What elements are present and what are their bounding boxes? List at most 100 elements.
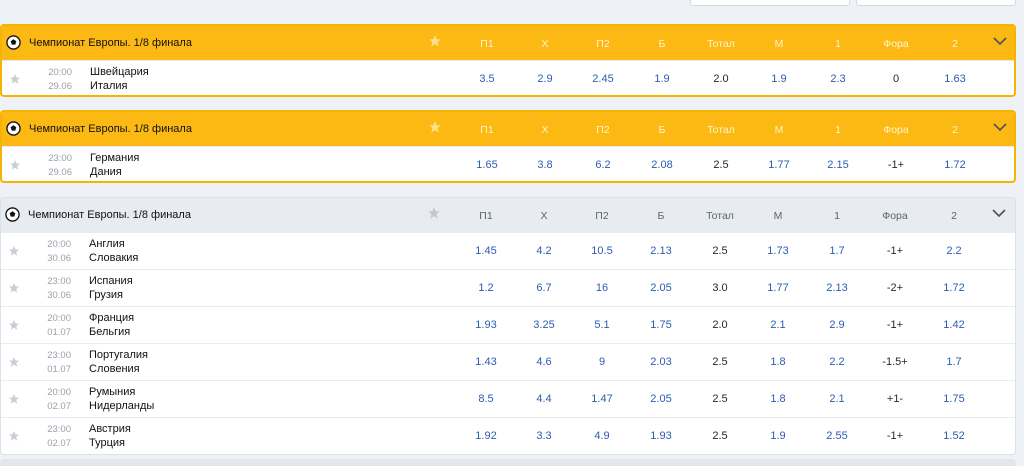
star-icon[interactable]: [9, 73, 21, 85]
odd-under[interactable]: 1.8: [748, 356, 808, 368]
odd-handicap-2[interactable]: 1.72: [924, 282, 984, 294]
odd-over[interactable]: 2.03: [631, 356, 691, 368]
odd-x[interactable]: 4.6: [514, 356, 574, 368]
odd-handicap-1[interactable]: 2.3: [808, 73, 868, 85]
star-icon[interactable]: [8, 430, 20, 442]
column-header: 1: [835, 38, 841, 50]
odd-handicap-1[interactable]: 2.9: [807, 319, 867, 331]
odd-p1[interactable]: 3.5: [457, 73, 517, 85]
home-team[interactable]: Испания: [89, 275, 133, 287]
away-team[interactable]: Турция: [89, 437, 125, 449]
odd-handicap-1[interactable]: 2.2: [807, 356, 867, 368]
away-team[interactable]: Бельгия: [89, 326, 130, 338]
odd-handicap-2[interactable]: 1.63: [925, 73, 985, 85]
star-icon[interactable]: [428, 120, 442, 134]
odd-over[interactable]: 1.93: [631, 430, 691, 442]
odd-handicap-2[interactable]: 1.72: [925, 159, 985, 171]
odd-p1[interactable]: 1.93: [456, 319, 516, 331]
odd-x[interactable]: 2.9: [515, 73, 575, 85]
odd-x[interactable]: 3.3: [514, 430, 574, 442]
odd-under[interactable]: 1.77: [749, 159, 809, 171]
odd-over[interactable]: 1.9: [632, 73, 692, 85]
star-icon[interactable]: [8, 282, 20, 294]
away-team[interactable]: Словения: [89, 363, 140, 375]
odd-p1[interactable]: 1.92: [456, 430, 516, 442]
odd-under[interactable]: 1.9: [748, 430, 808, 442]
odd-under[interactable]: 2.1: [748, 319, 808, 331]
star-icon[interactable]: [427, 206, 441, 220]
odd-handicap-1[interactable]: 2.13: [807, 282, 867, 294]
odd-p1[interactable]: 1.43: [456, 356, 516, 368]
odd-over[interactable]: 2.08: [632, 159, 692, 171]
odd-handicap-1[interactable]: 2.15: [808, 159, 868, 171]
odd-x[interactable]: 3.8: [515, 159, 575, 171]
odd-handicap-1[interactable]: 2.55: [807, 430, 867, 442]
odd-handicap-2[interactable]: 1.42: [924, 319, 984, 331]
odd-under[interactable]: 1.8: [748, 393, 808, 405]
odd-handicap-1[interactable]: 1.7: [807, 245, 867, 257]
home-team[interactable]: Германия: [90, 152, 139, 164]
odd-p1[interactable]: 1.45: [456, 245, 516, 257]
odd-x[interactable]: 4.4: [514, 393, 574, 405]
odd-p2[interactable]: 9: [572, 356, 632, 368]
odd-p2[interactable]: 5.1: [572, 319, 632, 331]
odd-handicap-2[interactable]: 1.52: [924, 430, 984, 442]
odd-handicap-1[interactable]: 2.1: [807, 393, 867, 405]
match-row[interactable]: 20:00 29.06 Швейцария Италия 3.5 2.9 2.4…: [2, 60, 1014, 95]
odd-p1[interactable]: 1.65: [457, 159, 517, 171]
away-team[interactable]: Словакия: [89, 252, 138, 264]
odd-handicap-2[interactable]: 2.2: [924, 245, 984, 257]
top-tab-right[interactable]: [856, 0, 1016, 6]
match-row[interactable]: 23:00 02.07 Австрия Турция 1.92 3.3 4.9 …: [1, 417, 1015, 454]
star-icon[interactable]: [8, 356, 20, 368]
home-team[interactable]: Англия: [89, 238, 125, 250]
match-row[interactable]: 20:00 02.07 Румыния Нидерланды 8.5 4.4 1…: [1, 380, 1015, 417]
match-row[interactable]: 20:00 30.06 Англия Словакия 1.45 4.2 10.…: [1, 232, 1015, 269]
odd-p2[interactable]: 1.47: [572, 393, 632, 405]
top-tab-left[interactable]: [690, 0, 850, 6]
odd-p1[interactable]: 8.5: [456, 393, 516, 405]
odd-handicap-2[interactable]: 1.75: [924, 393, 984, 405]
home-team[interactable]: Швейцария: [90, 66, 149, 78]
home-team[interactable]: Румыния: [89, 386, 135, 398]
away-team[interactable]: Италия: [90, 80, 127, 92]
away-team[interactable]: Дания: [90, 166, 122, 178]
league-header[interactable]: Чемпионат Европы. 1/8 финала П1 Х П2 Б Т…: [1, 198, 1015, 232]
odd-over[interactable]: 1.75: [631, 319, 691, 331]
star-icon[interactable]: [8, 319, 20, 331]
home-team[interactable]: Франция: [89, 312, 134, 324]
odd-p2[interactable]: 4.9: [572, 430, 632, 442]
odd-x[interactable]: 6.7: [514, 282, 574, 294]
league-header[interactable]: Чемпионат Европы. 1/8 финала П1 Х П2 Б Т…: [2, 26, 1014, 60]
odd-p1[interactable]: 1.2: [456, 282, 516, 294]
league-header[interactable]: Чемпионат Европы. 1/8 финала П1 Х П2 Б Т…: [2, 112, 1014, 146]
odd-p2[interactable]: 6.2: [573, 159, 633, 171]
home-team[interactable]: Португалия: [89, 349, 148, 361]
match-row[interactable]: 23:00 30.06 Испания Грузия 1.2 6.7 16 2.…: [1, 269, 1015, 306]
star-icon[interactable]: [8, 393, 20, 405]
star-icon[interactable]: [428, 34, 442, 48]
odd-p2[interactable]: 16: [572, 282, 632, 294]
odd-over[interactable]: 2.05: [631, 282, 691, 294]
odd-over[interactable]: 2.13: [631, 245, 691, 257]
away-team[interactable]: Нидерланды: [89, 400, 154, 412]
odd-under[interactable]: 1.73: [748, 245, 808, 257]
odd-under[interactable]: 1.77: [748, 282, 808, 294]
match-row[interactable]: 20:00 01.07 Франция Бельгия 1.93 3.25 5.…: [1, 306, 1015, 343]
odd-handicap-2[interactable]: 1.7: [924, 356, 984, 368]
match-row[interactable]: 23:00 29.06 Германия Дания 1.65 3.8 6.2 …: [2, 146, 1014, 181]
chevron-down-icon[interactable]: [993, 122, 1007, 132]
odd-p2[interactable]: 10.5: [572, 245, 632, 257]
away-team[interactable]: Грузия: [89, 289, 123, 301]
star-icon[interactable]: [9, 159, 21, 171]
odd-under[interactable]: 1.9: [749, 73, 809, 85]
chevron-down-icon[interactable]: [993, 36, 1007, 46]
odd-p2[interactable]: 2.45: [573, 73, 633, 85]
chevron-down-icon[interactable]: [992, 208, 1006, 218]
star-icon[interactable]: [8, 245, 20, 257]
odd-x[interactable]: 3.25: [514, 319, 574, 331]
odd-over[interactable]: 2.05: [631, 393, 691, 405]
odd-x[interactable]: 4.2: [514, 245, 574, 257]
home-team[interactable]: Австрия: [89, 423, 131, 435]
match-row[interactable]: 23:00 01.07 Португалия Словения 1.43 4.6…: [1, 343, 1015, 380]
